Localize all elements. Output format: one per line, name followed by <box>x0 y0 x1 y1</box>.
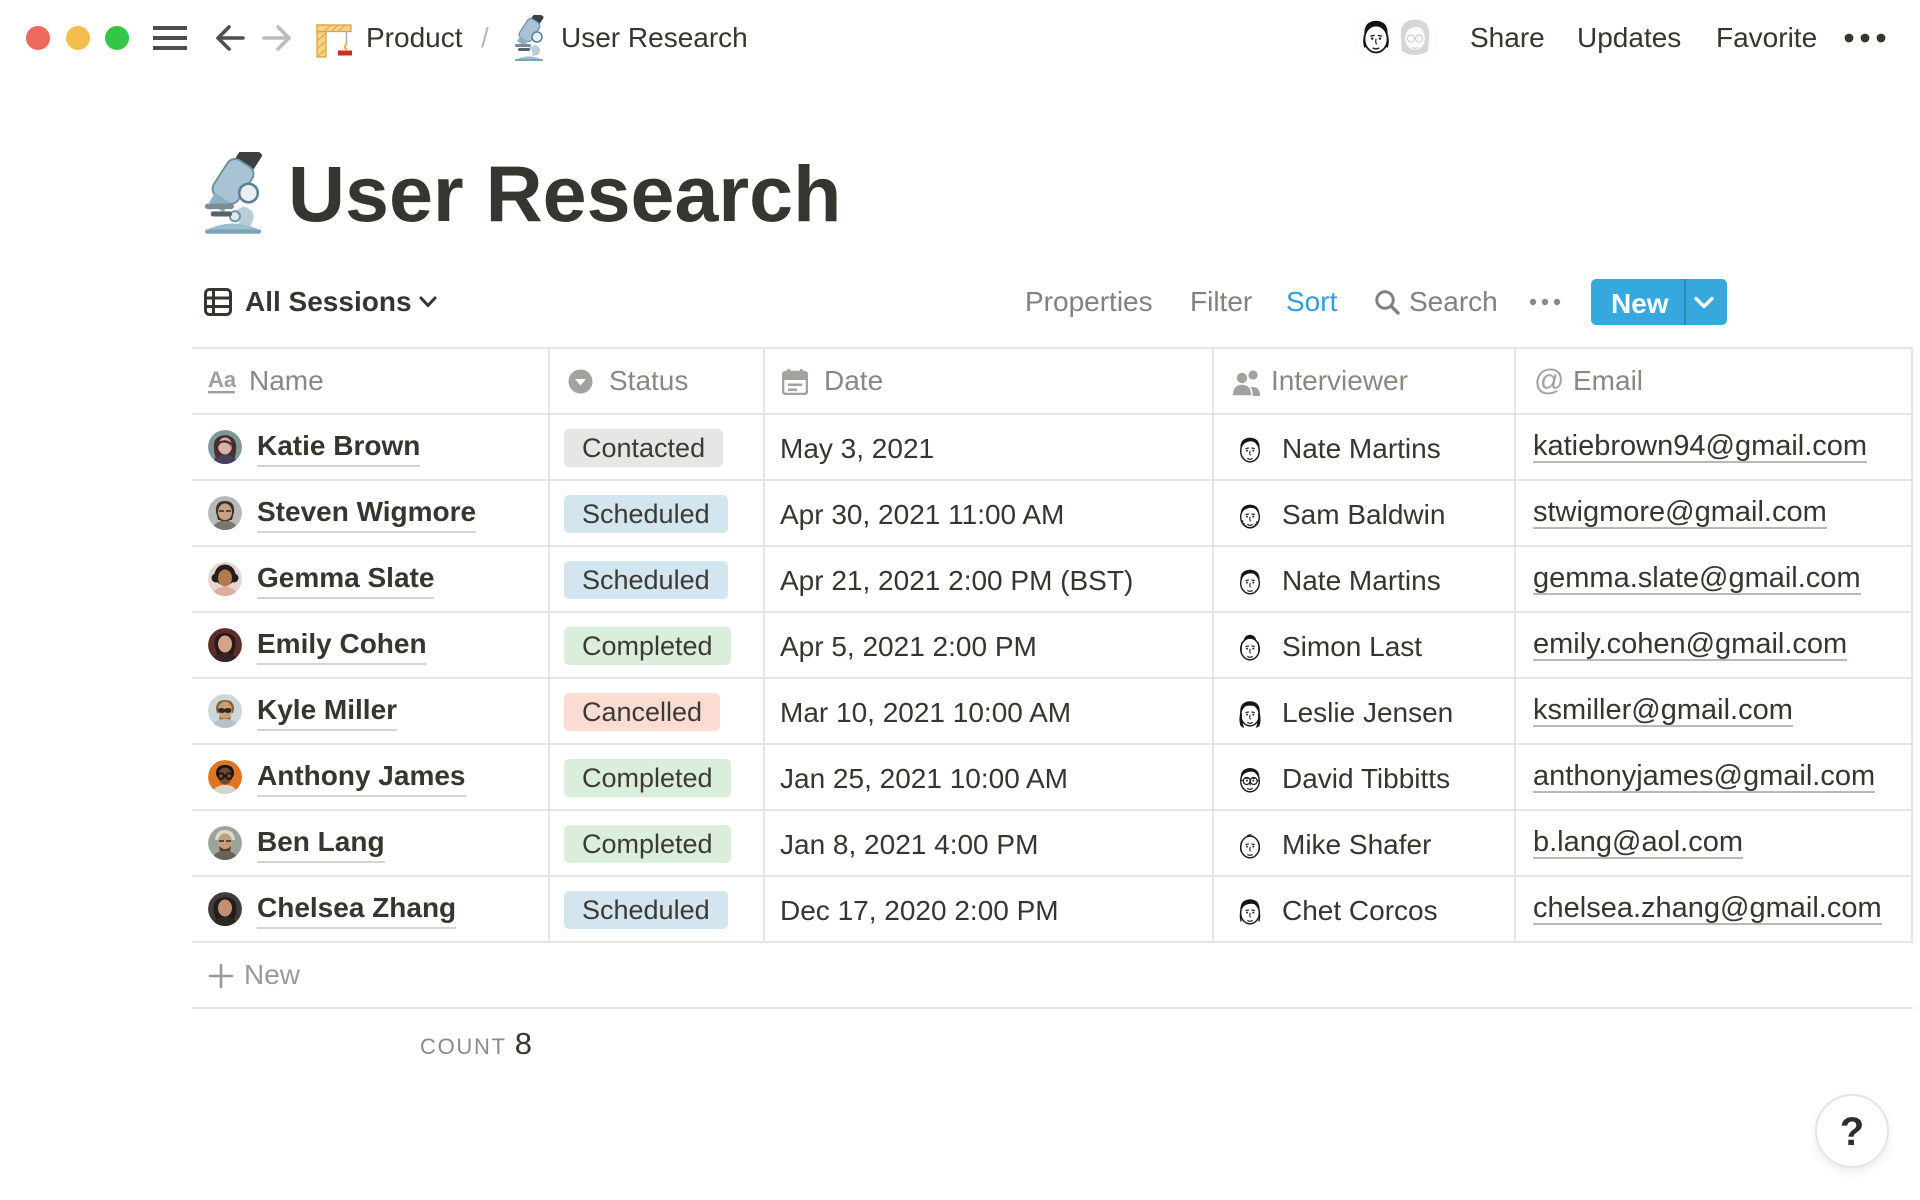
svg-text:Aa: Aa <box>208 370 236 392</box>
